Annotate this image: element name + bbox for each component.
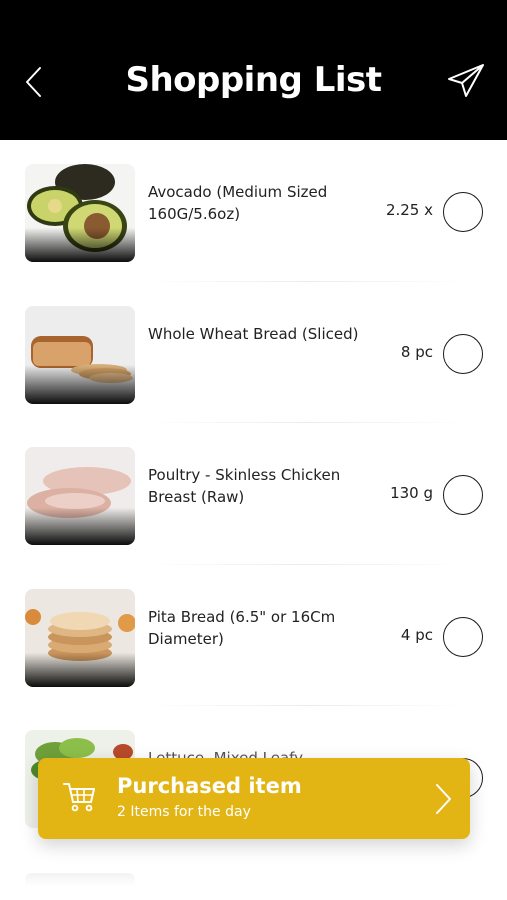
item-checkbox[interactable] [443, 333, 483, 374]
purchased-title: Purchased item [117, 774, 302, 798]
list-item[interactable]: Avocado (Medium Sized 160G/5.6oz) 2.25 x [0, 140, 507, 282]
item-image-pita [25, 588, 135, 687]
page-title: Shopping List [125, 60, 382, 100]
item-quantity: 130 g [390, 484, 433, 502]
item-quantity: 4 pc [400, 625, 433, 644]
chevron-right-icon [436, 784, 451, 814]
item-checkbox[interactable] [443, 475, 483, 515]
purchased-items-button[interactable]: Purchased item 2 Items for the day [38, 758, 470, 839]
item-quantity: 8 pc [400, 342, 433, 361]
item-checkbox[interactable] [443, 192, 483, 232]
cart-icon [63, 783, 95, 812]
item-name: Avocado (Medium Sized 160G/5.6oz) [148, 183, 328, 223]
shopping-list: Avocado (Medium Sized 160G/5.6oz) 2.25 x [0, 140, 507, 848]
item-name: Whole Wheat Bread (Sliced) [148, 324, 359, 343]
item-checkbox[interactable] [443, 616, 483, 657]
item-name: Poultry - Skinless Chicken Breast (Raw) [148, 466, 341, 506]
purchased-subtitle: 2 Items for the day [117, 804, 251, 820]
item-image-bread [25, 305, 135, 404]
list-item[interactable]: Pita Bread (6.5" or 16Cm Diameter) 4 pc [0, 565, 507, 706]
list-item[interactable]: Whole Wheat Bread (Sliced) 8 pc [0, 282, 507, 423]
paper-plane-icon[interactable] [446, 62, 486, 100]
item-name: Pita Bread (6.5" or 16Cm Diameter) [148, 607, 336, 648]
item-image-avocado [25, 164, 135, 262]
item-quantity: 2.25 x [385, 201, 433, 219]
list-item[interactable]: Poultry - Skinless Chicken Breast (Raw) … [0, 423, 507, 565]
item-image-chicken [25, 447, 135, 545]
app-header: Shopping List [0, 0, 507, 140]
next-item-placeholder [25, 873, 135, 887]
